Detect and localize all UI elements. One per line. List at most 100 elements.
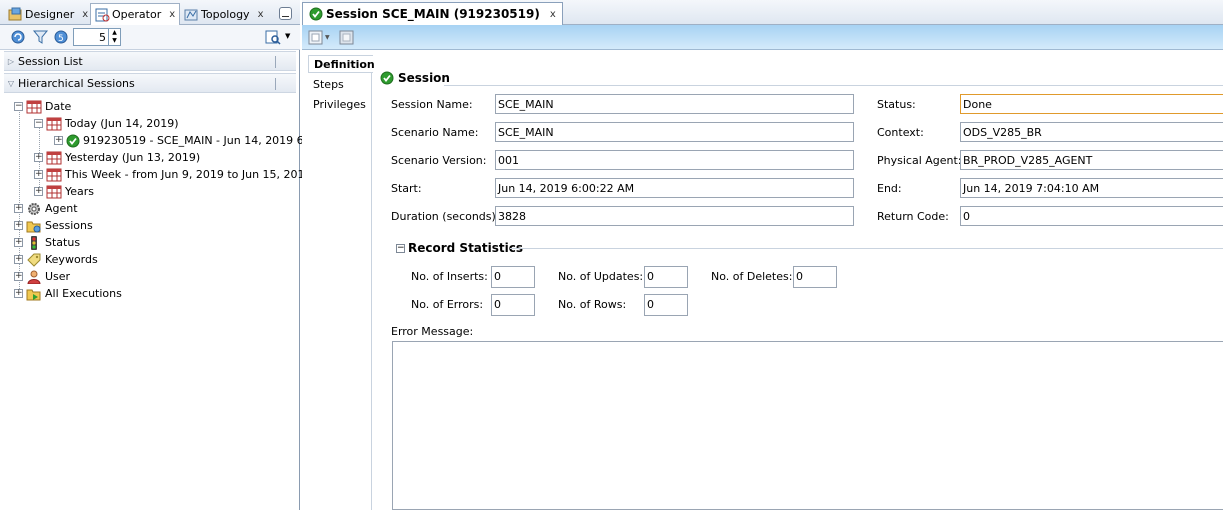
physical-agent-label: Physical Agent:	[877, 154, 962, 167]
expand-icon[interactable]: +	[34, 187, 43, 196]
error-message-textarea[interactable]	[392, 341, 1223, 510]
expand-icon[interactable]: +	[34, 153, 43, 162]
status-label: Status:	[877, 98, 916, 111]
filter-icon[interactable]	[32, 29, 49, 46]
refresh-interval-value: 5	[99, 31, 106, 44]
close-icon[interactable]: x	[550, 9, 556, 20]
editor-pane: Session SCE_MAIN (919230519) x ▼ Definit…	[302, 0, 1223, 510]
close-icon[interactable]: x	[258, 9, 264, 20]
tree-label-yesterday: Yesterday (Jun 13, 2019)	[65, 151, 201, 164]
tab-definition[interactable]: Definition	[308, 55, 375, 73]
tab-designer[interactable]: Designer x	[4, 3, 92, 25]
errors-field[interactable]: 0	[491, 294, 535, 316]
tree-label-keywords: Keywords	[45, 253, 98, 266]
expand-icon[interactable]: +	[14, 289, 23, 298]
search-icon[interactable]	[265, 29, 282, 46]
record-statistics-title: Record Statistics	[408, 241, 523, 255]
stepper-arrows-icon[interactable]: ▲ ▼	[108, 29, 120, 45]
close-icon[interactable]: x	[82, 9, 88, 20]
tree-node-sessions[interactable]: + Sessions	[14, 217, 93, 234]
tree-node-this-week[interactable]: + This Week - from Jun 9, 2019 to Jun 15…	[34, 166, 312, 183]
tree-node-all-executions[interactable]: + All Executions	[14, 285, 122, 302]
auto-refresh-icon[interactable]: 5	[53, 29, 70, 46]
context-label: Context:	[877, 126, 924, 139]
success-check-icon	[309, 7, 323, 21]
status-field[interactable]: Done	[960, 94, 1223, 114]
tab-steps[interactable]: Steps	[308, 75, 372, 93]
tab-designer-label: Designer	[25, 7, 75, 21]
tab-session-editor-label: Session SCE_MAIN (919230519)	[326, 7, 540, 21]
scenario-version-field[interactable]: 001	[495, 150, 854, 170]
tree-node-date[interactable]: − Date	[14, 98, 71, 115]
user-icon	[26, 270, 42, 284]
expand-icon[interactable]: +	[34, 170, 43, 179]
tree-node-today[interactable]: − Today (Jun 14, 2019)	[34, 115, 179, 132]
session-name-field[interactable]: SCE_MAIN	[495, 94, 854, 114]
tab-privileges[interactable]: Privileges	[308, 95, 372, 113]
session-tree: − Date − Today (Jun 14, 2019) + 91923051…	[4, 96, 314, 510]
start-field[interactable]: Jun 14, 2019 6:00:22 AM	[495, 178, 854, 198]
tab-operator[interactable]: Operator x	[90, 3, 181, 25]
tab-topology[interactable]: Topology x	[180, 3, 268, 25]
refresh-interval-stepper[interactable]: 5 ▲ ▼	[73, 28, 121, 46]
tree-node-user[interactable]: + User	[14, 268, 70, 285]
inserts-label: No. of Inserts:	[411, 270, 488, 283]
rows-field[interactable]: 0	[644, 294, 688, 316]
tree-node-keywords[interactable]: + Keywords	[14, 251, 98, 268]
expand-icon[interactable]: +	[14, 221, 23, 230]
updates-label: No. of Updates:	[558, 270, 644, 283]
tree-node-yesterday[interactable]: + Yesterday (Jun 13, 2019)	[34, 149, 200, 166]
expand-icon[interactable]: +	[14, 272, 23, 281]
return-code-field[interactable]: 0	[960, 206, 1223, 226]
designer-icon	[8, 7, 23, 21]
inserts-field[interactable]: 0	[491, 266, 535, 288]
tree-label-sessions: Sessions	[45, 219, 93, 232]
tree-node-years[interactable]: + Years	[34, 183, 94, 200]
navigator-pane: Designer x Operator x Topology x 5 5 ▲ ▼…	[0, 0, 314, 510]
physical-agent-field[interactable]: BR_PROD_V285_AGENT	[960, 150, 1223, 170]
collapse-icon[interactable]: −	[34, 119, 43, 128]
scenario-name-label: Scenario Name:	[391, 126, 479, 139]
end-label: End:	[877, 182, 902, 195]
hierarchical-sessions-header[interactable]: ▽ Hierarchical Sessions	[4, 73, 296, 93]
tree-node-status[interactable]: + Status	[14, 234, 80, 251]
tree-node-session-919230519[interactable]: + 919230519 - SCE_MAIN - Jun 14, 2019 6:…	[54, 132, 314, 149]
chevron-down-icon[interactable]: ▼	[325, 34, 330, 41]
session-name-label: Session Name:	[391, 98, 473, 111]
editor-side-tabs: Definition Steps Privileges	[308, 55, 375, 510]
chevron-down-icon[interactable]: ▼	[285, 32, 290, 40]
refresh-icon[interactable]	[10, 29, 27, 46]
record-statistics-header[interactable]: − Record Statistics	[396, 241, 523, 255]
hierarchical-sessions-label: Hierarchical Sessions	[18, 76, 135, 90]
scenario-name-field[interactable]: SCE_MAIN	[495, 122, 854, 142]
tree-node-agent[interactable]: + Agent	[14, 200, 78, 217]
collapse-icon[interactable]: −	[396, 243, 405, 253]
errors-label: No. of Errors:	[411, 298, 484, 311]
expand-icon[interactable]: +	[14, 204, 23, 213]
gear-icon	[26, 202, 42, 216]
stop-icon[interactable]	[308, 30, 324, 45]
close-icon[interactable]: x	[169, 9, 175, 20]
deletes-label: No. of Deletes:	[711, 270, 793, 283]
editor-toolbar: ▼	[302, 25, 1223, 50]
collapsed-triangle-icon: ▷	[7, 56, 15, 66]
context-field[interactable]: ODS_V285_BR	[960, 122, 1223, 142]
session-list-header[interactable]: ▷ Session List	[4, 51, 296, 71]
expand-icon[interactable]: +	[14, 255, 23, 264]
tree-label-years: Years	[65, 185, 95, 198]
updates-field[interactable]: 0	[644, 266, 688, 288]
expand-icon[interactable]: +	[54, 136, 63, 145]
restart-icon[interactable]	[339, 30, 355, 45]
svg-text:5: 5	[58, 34, 64, 44]
rows-label: No. of Rows:	[558, 298, 627, 311]
minimize-button[interactable]	[279, 7, 292, 20]
tab-session-editor[interactable]: Session SCE_MAIN (919230519) x	[302, 2, 563, 25]
duration-field[interactable]: 3828	[495, 206, 854, 226]
collapse-icon[interactable]: −	[14, 102, 23, 111]
success-check-icon	[66, 134, 80, 148]
deletes-field[interactable]: 0	[793, 266, 837, 288]
end-field[interactable]: Jun 14, 2019 7:04:10 AM	[960, 178, 1223, 198]
return-code-label: Return Code:	[877, 210, 949, 223]
success-check-icon	[380, 71, 394, 85]
expand-icon[interactable]: +	[14, 238, 23, 247]
